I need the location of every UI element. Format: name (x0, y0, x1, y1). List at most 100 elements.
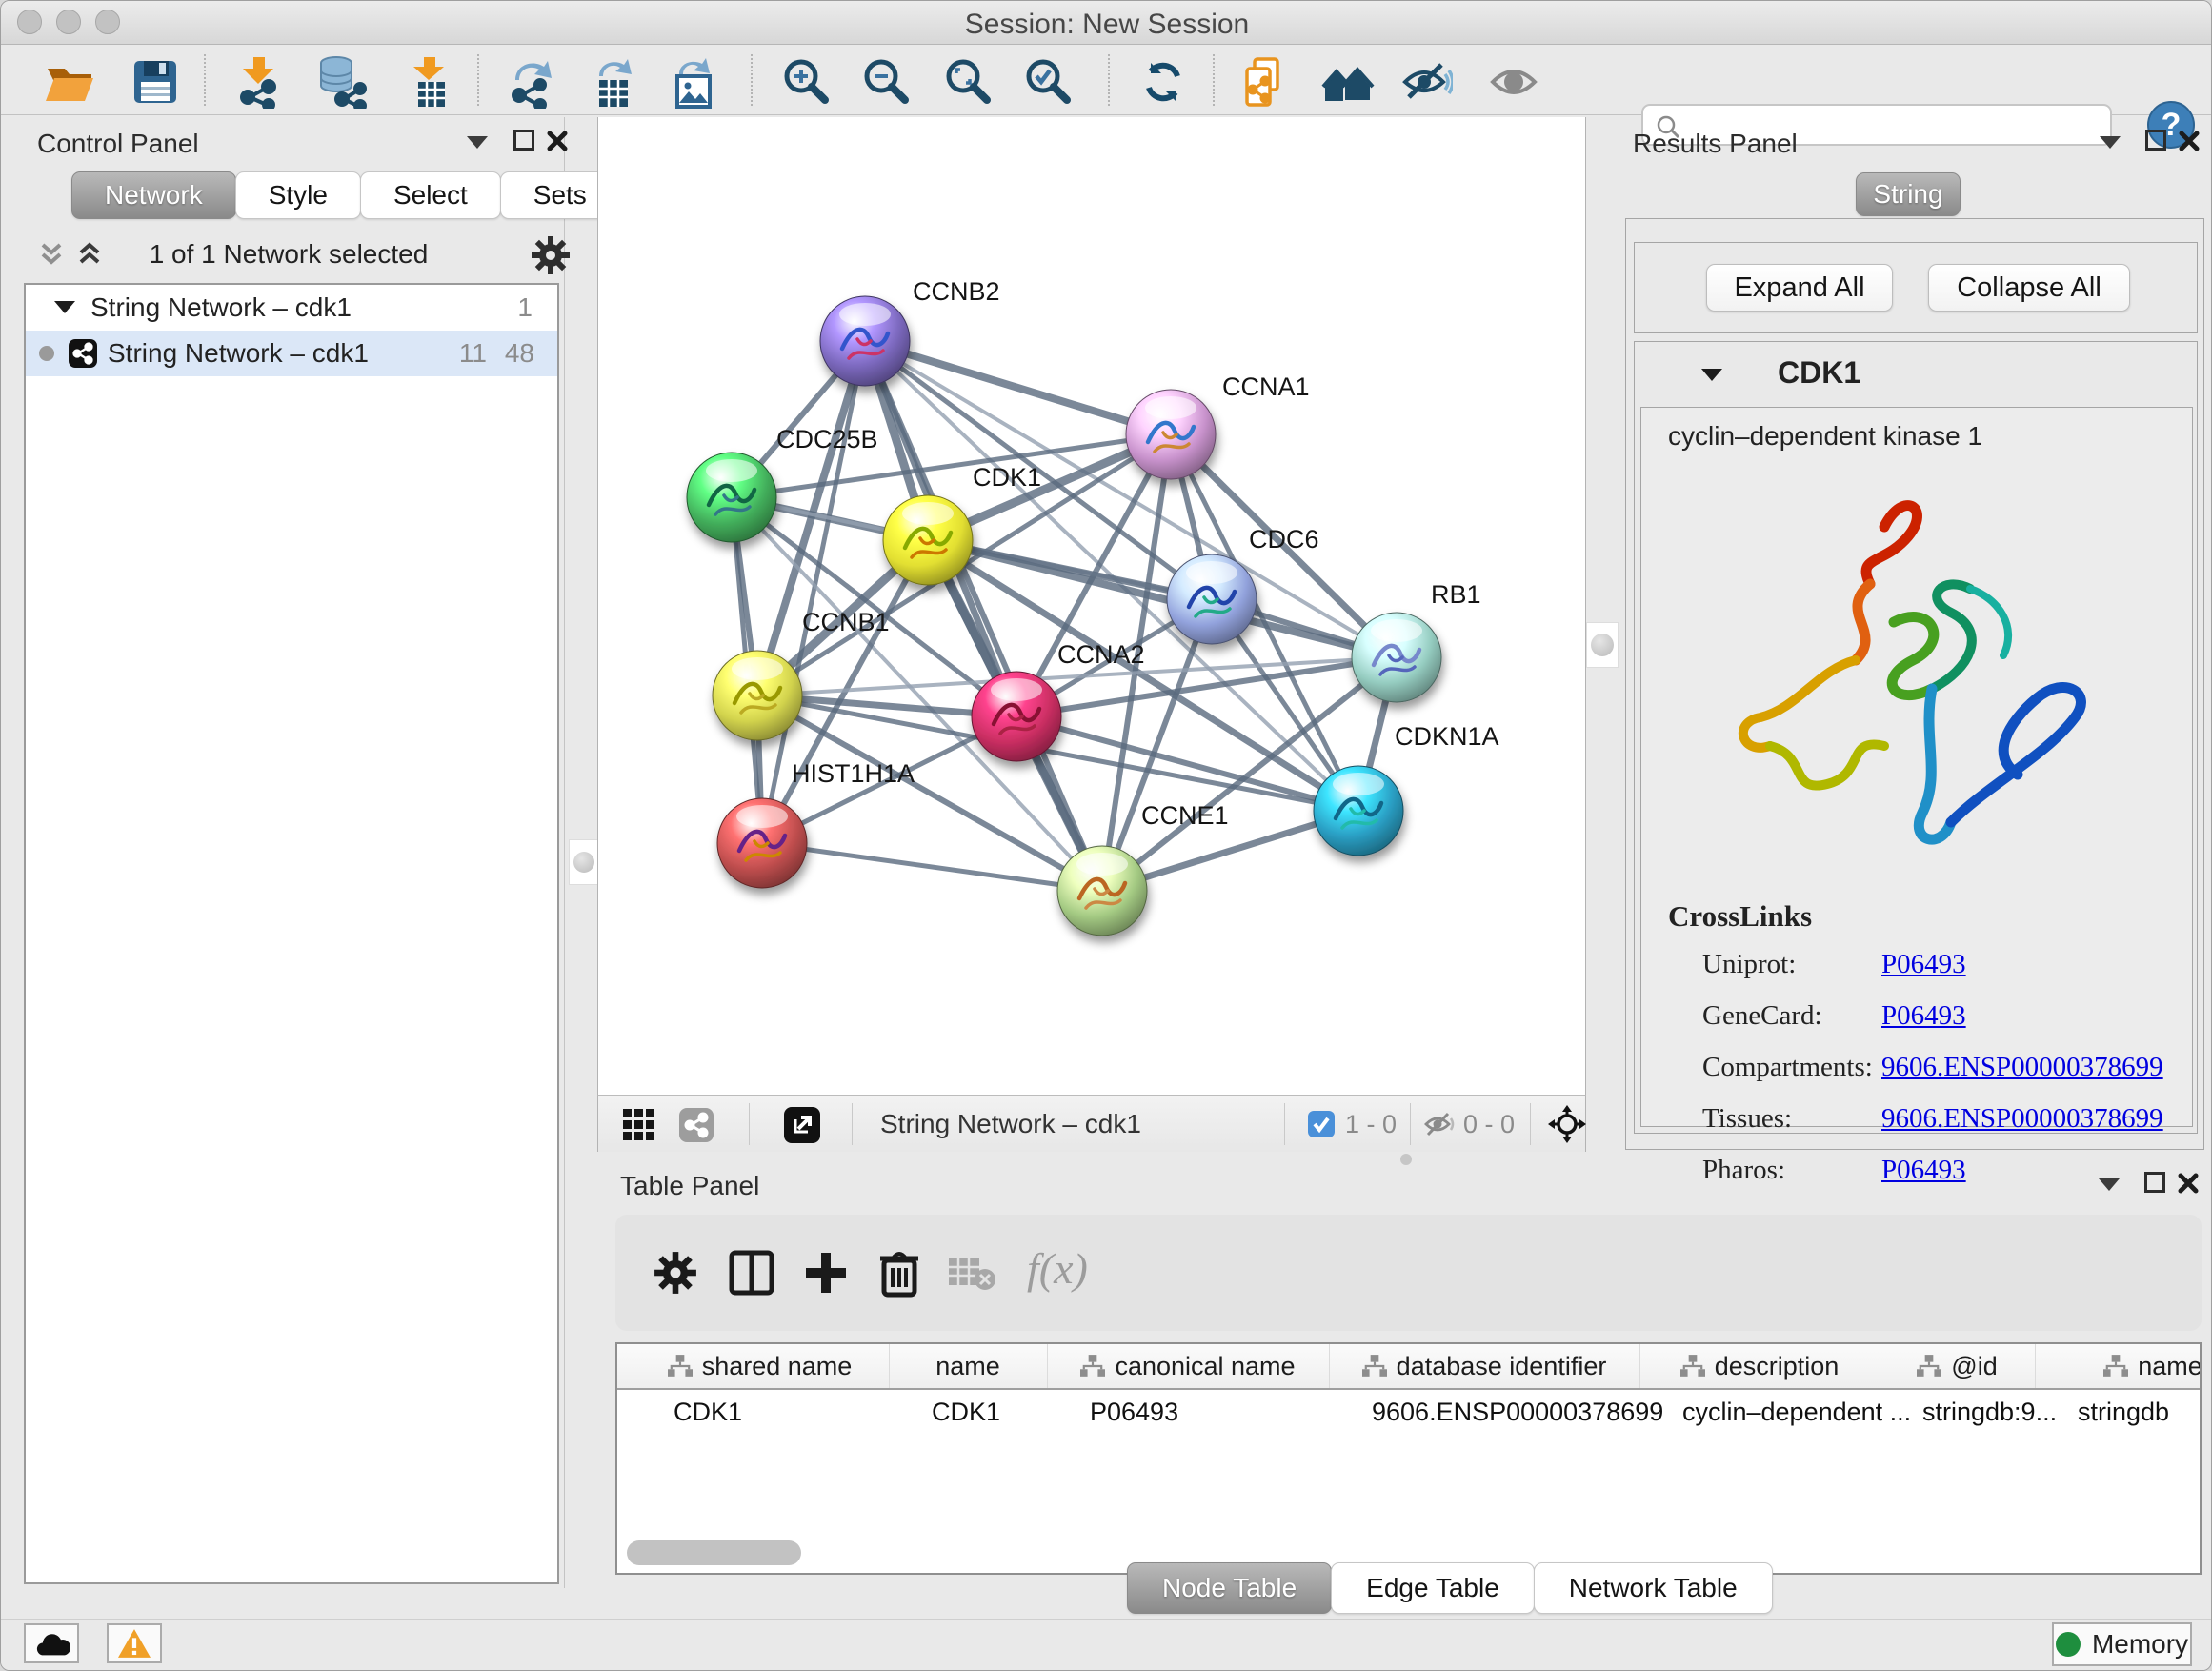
column-header-shared-name[interactable]: shared name (631, 1344, 890, 1388)
clone-network-icon[interactable] (1239, 55, 1293, 109)
cloud-status-button[interactable] (24, 1623, 79, 1663)
node-CDKN1A[interactable]: CDKN1A (1314, 722, 1499, 856)
node-label-CDK1: CDK1 (973, 463, 1041, 492)
network-collection-row[interactable]: String Network – cdk1 1 (26, 285, 557, 331)
import-table-icon[interactable] (403, 55, 456, 109)
edge-CCNB2-CCNE1[interactable] (865, 341, 1102, 891)
add-column-plus-icon[interactable] (802, 1249, 850, 1297)
zoom-out-icon[interactable] (860, 55, 914, 109)
node-label-CCNB2: CCNB2 (913, 277, 1000, 306)
column-header-name[interactable]: name (889, 1344, 1048, 1388)
crosslink-value-link[interactable]: 9606.ENSP00000378699 (1881, 1103, 2163, 1135)
results-panel-menu-icon[interactable] (2100, 136, 2121, 149)
column-header-namespace[interactable]: namespace (2035, 1344, 2202, 1388)
network-graph[interactable]: CCNB2CCNA1CDC25BCDK1CDC6RB1CCNB1CCNA2CDK… (598, 117, 1585, 1093)
delete-trash-icon[interactable] (875, 1247, 924, 1299)
fit-content-crosshair-icon[interactable] (1547, 1104, 1587, 1144)
open-session-icon[interactable] (43, 55, 96, 109)
table-panel-float-icon[interactable] (2144, 1172, 2165, 1193)
tab-network-table[interactable]: Network Table (1534, 1562, 1773, 1614)
column-header-@id[interactable]: @id (1880, 1344, 2036, 1388)
grid-view-icon[interactable] (621, 1107, 657, 1143)
table-panel-close-icon[interactable] (2177, 1172, 2200, 1195)
column-header-description[interactable]: description (1639, 1344, 1880, 1388)
crosslink-label: GeneCard: (1702, 1000, 1822, 1032)
save-session-icon[interactable] (129, 55, 182, 109)
column-header-database-identifier[interactable]: database identifier (1329, 1344, 1640, 1388)
zoom-selected-icon[interactable] (1022, 55, 1076, 109)
table-panel-menu-icon[interactable] (2099, 1178, 2120, 1191)
control-panel-close-icon[interactable] (546, 130, 569, 152)
node-RB1[interactable]: RB1 (1352, 580, 1481, 702)
crosslink-value-link[interactable]: P06493 (1881, 1000, 1966, 1032)
control-panel-menu-icon[interactable] (467, 136, 488, 149)
tab-node-table[interactable]: Node Table (1127, 1562, 1332, 1614)
network-row-selected[interactable]: String Network – cdk1 11 48 (26, 331, 557, 376)
open-in-new-window-icon[interactable] (783, 1106, 821, 1144)
right-splitter-handle[interactable] (1586, 622, 1619, 668)
table-row[interactable]: CDK1CDK1P064939606.ENSP00000378699cyclin… (617, 1390, 2202, 1434)
collapse-all-button[interactable]: Collapse All (1928, 264, 2130, 312)
selected-checkbox-icon[interactable] (1307, 1110, 1336, 1138)
hidden-count: 0 - 0 (1463, 1110, 1515, 1139)
import-network-from-database-icon[interactable] (315, 55, 369, 109)
export-network-icon[interactable] (504, 55, 557, 109)
refresh-icon[interactable] (1136, 55, 1190, 109)
tab-network[interactable]: Network (71, 171, 236, 219)
memory-button[interactable]: Memory (2052, 1622, 2192, 1666)
collection-expand-icon[interactable] (54, 301, 75, 313)
crosslink-value-link[interactable]: 9606.ENSP00000378699 (1881, 1052, 2163, 1083)
cell-namespace[interactable]: stringdb (2035, 1390, 2202, 1434)
network-node-count: 11 (459, 338, 487, 369)
results-panel-float-icon[interactable] (2145, 130, 2166, 151)
split-columns-icon[interactable] (728, 1249, 775, 1297)
node-label-CCNB1: CCNB1 (802, 608, 890, 636)
import-network-icon[interactable] (232, 55, 286, 109)
column-network-icon (2103, 1355, 2128, 1378)
node-CCNE1[interactable]: CCNE1 (1057, 801, 1229, 936)
control-panel-title: Control Panel (37, 129, 199, 159)
hidden-eye-icon[interactable] (1423, 1109, 1458, 1139)
show-eye-icon[interactable] (1487, 55, 1540, 109)
tab-style[interactable]: Style (235, 171, 361, 219)
zoom-fit-icon[interactable] (942, 55, 995, 109)
hide-selected-eye-icon[interactable] (1399, 55, 1453, 109)
network-options-gear-icon[interactable] (531, 235, 571, 275)
table-panel-title: Table Panel (620, 1171, 759, 1201)
table-horizontal-scrollbar[interactable] (627, 1540, 801, 1565)
warning-status-button[interactable] (107, 1623, 162, 1663)
table-gear-icon[interactable] (654, 1251, 697, 1295)
edge-CDK1-RB1[interactable] (928, 540, 1397, 657)
tab-select[interactable]: Select (360, 171, 501, 219)
network-canvas[interactable]: CCNB2CCNA1CDC25BCDK1CDC6RB1CCNB1CCNA2CDK… (597, 117, 1586, 1095)
table-header-row: shared namenamecanonical namedatabase id… (617, 1344, 2202, 1390)
control-panel-float-icon[interactable] (513, 130, 534, 151)
zoom-in-icon[interactable] (780, 55, 834, 109)
memory-status-dot (2056, 1632, 2081, 1657)
cell-shared-name[interactable]: CDK1 (631, 1390, 932, 1434)
home-views-icon[interactable] (1321, 55, 1375, 109)
export-table-icon[interactable] (586, 55, 639, 109)
crosslink-value-link[interactable]: P06493 (1881, 949, 1966, 980)
control-panel-tabs: NetworkStyleSelectSets (71, 171, 619, 217)
left-splitter-handle[interactable] (569, 839, 599, 885)
cell-canonical-name[interactable]: P06493 (1047, 1390, 1372, 1434)
tab-edge-table[interactable]: Edge Table (1331, 1562, 1535, 1614)
results-panel-close-icon[interactable] (2178, 130, 2201, 152)
crosslinks-title: CrossLinks (1668, 899, 1812, 934)
export-image-icon[interactable] (666, 55, 719, 109)
edge-HIST1H1A-CCNE1[interactable] (762, 843, 1102, 891)
edge-CCNB2-CCNA1[interactable] (865, 341, 1171, 434)
node-HIST1H1A[interactable]: HIST1H1A (717, 759, 915, 888)
column-header-canonical-name[interactable]: canonical name (1047, 1344, 1330, 1388)
node-CCNA1[interactable]: CCNA1 (1126, 372, 1310, 479)
table-tabs: Node TableEdge TableNetwork Table (1127, 1562, 1772, 1612)
node-table[interactable]: shared namenamecanonical namedatabase id… (615, 1342, 2202, 1575)
cell-database-identifier[interactable]: 9606.ENSP00000378699 (1329, 1390, 1682, 1434)
protein-structure-image (1699, 474, 2137, 884)
network-share-view-icon[interactable] (678, 1107, 714, 1143)
toolbar-separator (751, 54, 753, 106)
entry-collapse-icon[interactable] (1701, 369, 1722, 381)
tab-string[interactable]: String (1856, 172, 1961, 216)
expand-all-button[interactable]: Expand All (1706, 264, 1893, 312)
